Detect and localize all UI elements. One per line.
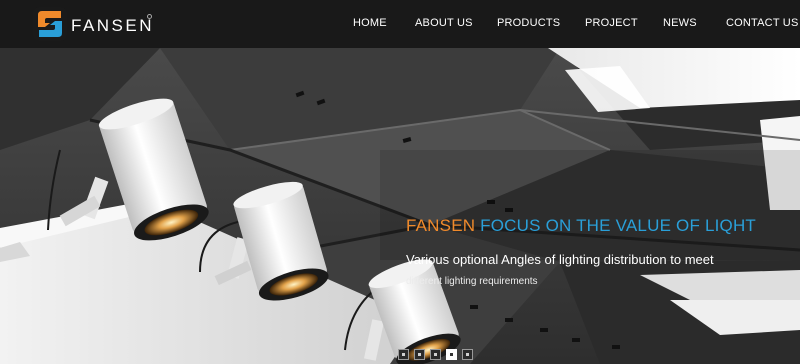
nav-item-products[interactable]: PRODUCTS: [497, 17, 560, 29]
slider-dot-3[interactable]: [430, 349, 441, 360]
hero-title-tagline: FOCUS ON THE VALUE OF LIQHT: [480, 216, 757, 235]
hero-subtitle-line1: Various optional Angles of lighting dist…: [406, 252, 714, 267]
hero-background-image: [0, 48, 800, 364]
slider-dot-2[interactable]: [414, 349, 425, 360]
hero-subtitle-line2: different lighting requirements: [406, 276, 538, 287]
page: FANSEN HOME ABOUT US PRODUCTS PROJECT NE…: [0, 0, 800, 364]
nav-item-news[interactable]: NEWS: [663, 17, 697, 29]
slider-dot-1[interactable]: [398, 349, 409, 360]
hero-title-brand: FANSEN: [406, 216, 476, 235]
nav-item-home[interactable]: HOME: [353, 17, 387, 29]
hero-title: FANSEN FOCUS ON THE VALUE OF LIQHT: [406, 216, 756, 236]
site-header: FANSEN HOME ABOUT US PRODUCTS PROJECT NE…: [0, 0, 800, 48]
slider-dot-4[interactable]: [446, 349, 457, 360]
nav-item-contact-us[interactable]: CONTACT US: [726, 17, 799, 29]
slider-dot-5[interactable]: [462, 349, 473, 360]
main-nav: HOME ABOUT US PRODUCTS PROJECT NEWS CONT…: [0, 0, 800, 48]
hero-banner: FANSEN FOCUS ON THE VALUE OF LIQHT Vario…: [0, 48, 800, 364]
nav-item-about-us[interactable]: ABOUT US: [415, 17, 473, 29]
nav-item-project[interactable]: PROJECT: [585, 17, 638, 29]
